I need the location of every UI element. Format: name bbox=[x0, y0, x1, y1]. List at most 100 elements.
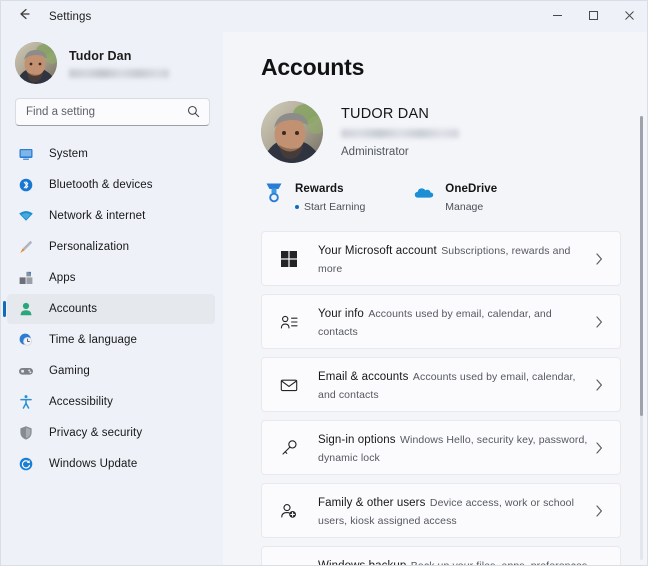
sidebar-item-accounts[interactable]: Accounts bbox=[3, 294, 215, 324]
card-text: Email & accounts Accounts used by email,… bbox=[318, 367, 592, 403]
person-add-icon bbox=[278, 500, 300, 522]
sidebar-profile[interactable]: Tudor Dan bbox=[1, 32, 215, 94]
account-role: Administrator bbox=[341, 146, 409, 158]
apps-icon bbox=[17, 269, 35, 287]
minimize-button[interactable] bbox=[539, 1, 575, 32]
search-box[interactable] bbox=[15, 98, 210, 126]
sidebar-item-label: Personalization bbox=[49, 241, 130, 253]
onedrive-link[interactable]: OneDrive Manage bbox=[411, 179, 497, 213]
chevron-right-icon bbox=[592, 315, 606, 329]
card-text: Your info Accounts used by email, calend… bbox=[318, 304, 592, 340]
rewards-link[interactable]: Rewards Start Earning bbox=[261, 179, 365, 213]
sidebar-item-privacy-security[interactable]: Privacy & security bbox=[7, 418, 215, 448]
accessibility-icon bbox=[17, 393, 35, 411]
sidebar-item-label: Accessibility bbox=[49, 396, 113, 408]
close-button[interactable] bbox=[611, 1, 647, 32]
sidebar-item-bluetooth-devices[interactable]: Bluetooth & devices bbox=[7, 170, 215, 200]
account-hero: TUDOR DAN Administrator bbox=[247, 81, 621, 163]
sidebar-item-gaming[interactable]: Gaming bbox=[7, 356, 215, 386]
card-family-other-users[interactable]: Family & other users Device access, work… bbox=[261, 483, 621, 538]
maximize-button[interactable] bbox=[575, 1, 611, 32]
search-container bbox=[1, 94, 215, 136]
sidebar-item-windows-update[interactable]: Windows Update bbox=[7, 449, 215, 479]
sidebar-item-label: Accounts bbox=[49, 303, 98, 315]
settings-cards: Your Microsoft account Subscriptions, re… bbox=[247, 213, 621, 565]
key-icon bbox=[278, 437, 300, 459]
rewards-subtitle: Start Earning bbox=[295, 201, 365, 213]
minimize-icon bbox=[552, 8, 563, 26]
profile-meta: Tudor Dan bbox=[69, 49, 169, 78]
card-your-microsoft-account[interactable]: Your Microsoft account Subscriptions, re… bbox=[261, 231, 621, 286]
chevron-right-icon bbox=[592, 504, 606, 518]
close-icon bbox=[624, 8, 635, 26]
microsoft-logo-icon bbox=[278, 248, 300, 270]
card-text: Family & other users Device access, work… bbox=[318, 493, 592, 529]
avatar bbox=[15, 42, 57, 84]
card-title: Email & accounts bbox=[318, 370, 409, 383]
account-name: TUDOR DAN bbox=[341, 106, 429, 122]
sidebar-item-personalization[interactable]: Personalization bbox=[7, 232, 215, 262]
onedrive-cloud-icon bbox=[411, 179, 437, 204]
rewards-subtitle-text: Start Earning bbox=[304, 201, 366, 213]
backup-sync-icon bbox=[278, 563, 300, 566]
sidebar-item-network-internet[interactable]: Network & internet bbox=[7, 201, 215, 231]
status-dot bbox=[295, 205, 299, 209]
card-your-info[interactable]: Your info Accounts used by email, calend… bbox=[261, 294, 621, 349]
card-text: Your Microsoft account Subscriptions, re… bbox=[318, 241, 592, 277]
quick-links: Rewards Start Earning OneDrive Manage bbox=[247, 163, 621, 213]
rewards-title: Rewards bbox=[295, 183, 344, 195]
sidebar-item-apps[interactable]: Apps bbox=[7, 263, 215, 293]
chevron-right-icon bbox=[592, 441, 606, 455]
contact-card-icon bbox=[278, 311, 300, 333]
account-email-redacted bbox=[341, 129, 459, 138]
window-controls bbox=[539, 1, 647, 32]
search-input[interactable] bbox=[16, 106, 176, 118]
main-scroll-area: Accounts TUDOR DAN Administrator Rewards… bbox=[223, 32, 647, 565]
sidebar-item-label: System bbox=[49, 148, 88, 160]
back-arrow-icon bbox=[17, 7, 31, 26]
main-content: Accounts TUDOR DAN Administrator Rewards… bbox=[223, 32, 647, 565]
onedrive-subtitle: Manage bbox=[445, 201, 484, 213]
shield-icon bbox=[17, 424, 35, 442]
scrollbar-thumb[interactable] bbox=[640, 116, 643, 416]
chevron-right-icon bbox=[592, 252, 606, 266]
onedrive-meta: OneDrive Manage bbox=[445, 179, 497, 213]
page-title: Accounts bbox=[261, 54, 365, 80]
sidebar-item-system[interactable]: System bbox=[7, 139, 215, 169]
rewards-medal-icon bbox=[261, 179, 287, 204]
sidebar-item-label: Gaming bbox=[49, 365, 90, 377]
sidebar-nav: System Bluetooth & devices Network & int… bbox=[1, 136, 215, 565]
avatar bbox=[261, 101, 323, 163]
person-icon bbox=[17, 300, 35, 318]
rewards-meta: Rewards Start Earning bbox=[295, 179, 365, 213]
envelope-icon bbox=[278, 374, 300, 396]
maximize-icon bbox=[588, 8, 599, 26]
chevron-right-icon bbox=[592, 378, 606, 392]
settings-window: Settings Tudor Dan Find a setting System… bbox=[0, 0, 648, 566]
card-windows-backup[interactable]: Windows backup Back up your files, apps,… bbox=[261, 546, 621, 565]
profile-email-redacted bbox=[69, 68, 169, 78]
sidebar-item-label: Bluetooth & devices bbox=[49, 179, 153, 191]
window-body: Tudor Dan Find a setting System Bluetoot… bbox=[1, 32, 647, 565]
sidebar: Tudor Dan Find a setting System Bluetoot… bbox=[1, 32, 223, 565]
sidebar-item-label: Privacy & security bbox=[49, 427, 143, 439]
back-button[interactable] bbox=[9, 2, 39, 32]
update-icon bbox=[17, 455, 35, 473]
onedrive-title: OneDrive bbox=[445, 183, 498, 195]
sidebar-item-accessibility[interactable]: Accessibility bbox=[7, 387, 215, 417]
title-bar: Settings bbox=[1, 1, 647, 32]
card-sign-in-options[interactable]: Sign-in options Windows Hello, security … bbox=[261, 420, 621, 475]
account-meta: TUDOR DAN Administrator bbox=[341, 106, 459, 158]
scrollbar-track[interactable] bbox=[640, 116, 643, 560]
card-text: Windows backup Back up your files, apps,… bbox=[318, 556, 592, 566]
profile-name: Tudor Dan bbox=[69, 48, 132, 63]
sidebar-item-label: Network & internet bbox=[49, 210, 146, 222]
card-title: Sign-in options bbox=[318, 433, 396, 446]
card-title: Windows backup bbox=[318, 560, 406, 566]
card-title: Family & other users bbox=[318, 496, 426, 509]
window-title: Settings bbox=[49, 10, 92, 23]
sidebar-item-label: Time & language bbox=[49, 334, 138, 346]
clock-icon bbox=[17, 331, 35, 349]
sidebar-item-time-language[interactable]: Time & language bbox=[7, 325, 215, 355]
card-email-accounts[interactable]: Email & accounts Accounts used by email,… bbox=[261, 357, 621, 412]
